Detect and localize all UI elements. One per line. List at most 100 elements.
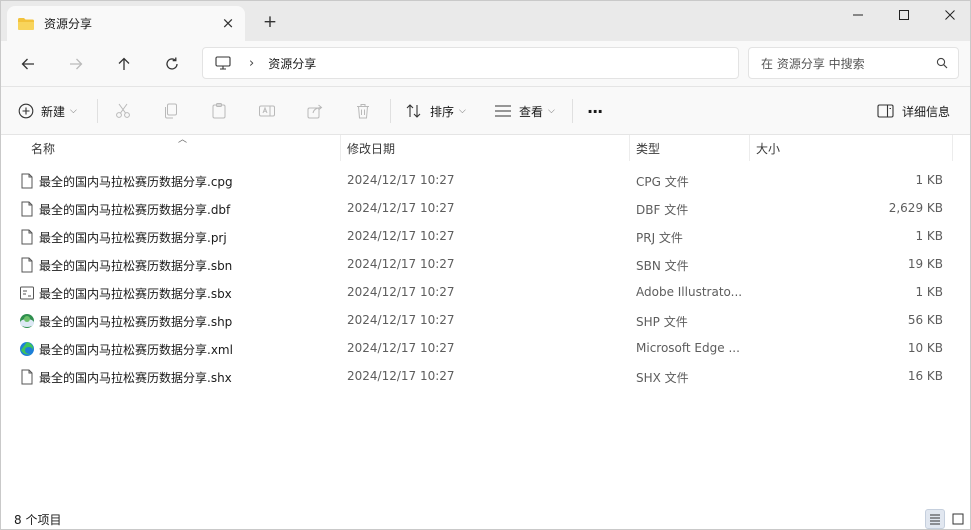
view-list-icon <box>495 105 511 117</box>
table-row[interactable]: 最全的国内马拉松赛历数据分享.dbf 2024/12/17 10:27 DBF … <box>1 195 970 223</box>
illustrator-file-icon <box>19 285 35 301</box>
tiles-view-icon <box>952 513 964 525</box>
minimize-button[interactable] <box>835 1 881 29</box>
table-row[interactable]: 最全的国内马拉松赛历数据分享.xml 2024/12/17 10:27 Micr… <box>1 335 970 363</box>
forward-button[interactable] <box>64 52 88 76</box>
column-type[interactable]: 类型 <box>636 140 660 157</box>
file-name: 最全的国内马拉松赛历数据分享.dbf <box>39 203 231 217</box>
file-icon <box>19 257 35 273</box>
shape-file-icon <box>19 313 35 329</box>
column-divider[interactable] <box>952 135 953 161</box>
table-row[interactable]: 最全的国内马拉松赛历数据分享.shp 2024/12/17 10:27 SHP … <box>1 307 970 335</box>
file-date: 2024/12/17 10:27 <box>347 229 455 243</box>
maximize-button[interactable] <box>881 1 927 29</box>
share-button[interactable] <box>306 99 324 123</box>
file-type: Adobe Illustrato... <box>636 285 743 299</box>
back-button[interactable] <box>16 52 40 76</box>
tiles-view-button[interactable] <box>948 509 968 529</box>
column-header: ︿ 名称 修改日期 类型 大小 <box>1 135 970 161</box>
delete-button[interactable] <box>354 99 372 123</box>
file-name: 最全的国内马拉松赛历数据分享.xml <box>39 343 233 357</box>
column-divider[interactable] <box>340 135 341 161</box>
file-name: 最全的国内马拉松赛历数据分享.shx <box>39 371 232 385</box>
tab-resources[interactable]: 资源分享 × <box>7 6 245 41</box>
file-icon <box>19 201 35 217</box>
search-box[interactable] <box>748 47 959 79</box>
file-date: 2024/12/17 10:27 <box>347 313 455 327</box>
search-icon[interactable] <box>936 57 948 69</box>
scissors-icon <box>116 103 130 118</box>
up-button[interactable] <box>112 52 136 76</box>
trash-icon <box>357 104 369 119</box>
refresh-button[interactable] <box>160 52 184 76</box>
details-pane-icon <box>877 104 894 118</box>
address-bar[interactable]: › 资源分享 <box>202 47 739 79</box>
sort-button[interactable]: 排序 ⌵ <box>405 99 466 123</box>
table-row[interactable]: 最全的国内马拉松赛历数据分享.sbx 2024/12/17 10:27 Adob… <box>1 279 970 307</box>
chevron-down-icon: ⌵ <box>459 106 466 116</box>
file-size: 1 KB <box>915 285 943 299</box>
breadcrumb-current[interactable]: 资源分享 <box>268 55 316 72</box>
file-date: 2024/12/17 10:27 <box>347 257 455 271</box>
file-size: 2,629 KB <box>888 201 943 215</box>
status-bar: 8 个项目 <box>1 507 970 529</box>
file-icon <box>19 369 35 385</box>
refresh-icon <box>166 57 178 70</box>
minimize-icon <box>853 14 863 16</box>
file-icon <box>19 173 35 189</box>
copy-button[interactable] <box>162 99 180 123</box>
more-options-button[interactable]: ··· <box>587 99 603 123</box>
sort-icon <box>406 104 421 118</box>
file-type: DBF 文件 <box>636 203 689 217</box>
search-input[interactable] <box>761 54 931 74</box>
rename-button[interactable] <box>258 99 276 123</box>
share-icon <box>307 104 323 119</box>
chevron-down-icon: ⌵ <box>548 106 555 116</box>
column-size[interactable]: 大小 <box>756 140 780 157</box>
table-row[interactable]: 最全的国内马拉松赛历数据分享.prj 2024/12/17 10:27 PRJ … <box>1 223 970 251</box>
folder-icon <box>17 17 35 31</box>
column-divider[interactable] <box>629 135 630 161</box>
navigation-bar: › 资源分享 <box>1 41 970 87</box>
sort-ascending-icon: ︿ <box>178 135 188 145</box>
file-icon <box>19 229 35 245</box>
paste-button[interactable] <box>210 99 228 123</box>
tab-close-button[interactable]: × <box>219 14 237 32</box>
file-name: 最全的国内马拉松赛历数据分享.shp <box>39 315 233 329</box>
arrow-up-icon <box>118 57 130 70</box>
new-tab-button[interactable]: + <box>260 12 280 32</box>
file-date: 2024/12/17 10:27 <box>347 201 455 215</box>
details-pane-button[interactable]: 详细信息 <box>877 99 950 123</box>
copy-icon <box>165 103 177 119</box>
file-size: 19 KB <box>907 257 943 271</box>
column-name[interactable]: 名称 <box>31 140 55 157</box>
view-button[interactable]: 查看 ⌵ <box>494 99 555 123</box>
view-label: 查看 <box>519 104 544 119</box>
close-window-button[interactable] <box>927 1 970 29</box>
computer-icon <box>215 56 231 70</box>
file-list: 最全的国内马拉松赛历数据分享.cpg 2024/12/17 10:27 CPG … <box>1 167 970 391</box>
file-type: PRJ 文件 <box>636 231 683 245</box>
file-type: SBN 文件 <box>636 259 689 273</box>
file-size: 56 KB <box>907 313 943 327</box>
cut-button[interactable] <box>114 99 132 123</box>
table-row[interactable]: 最全的国内马拉松赛历数据分享.sbn 2024/12/17 10:27 SBN … <box>1 251 970 279</box>
column-divider[interactable] <box>749 135 750 161</box>
file-date: 2024/12/17 10:27 <box>347 285 455 299</box>
command-bar: 新建 ⌵ 排序 ⌵ 查看 ⌵ ··· 详细信息 <box>1 87 970 135</box>
file-explorer-window: 资源分享 × + › 资源分享 在 资源分享 中搜索 新建 ⌵ 排序 ⌵ 查看 … <box>0 0 971 530</box>
column-date[interactable]: 修改日期 <box>347 140 395 157</box>
file-type: Microsoft Edge ... <box>636 341 740 355</box>
file-date: 2024/12/17 10:27 <box>347 341 455 355</box>
tab-title: 资源分享 <box>44 17 93 31</box>
file-name: 最全的国内马拉松赛历数据分享.sbn <box>39 259 233 273</box>
table-row[interactable]: 最全的国内马拉松赛历数据分享.shx 2024/12/17 10:27 SHX … <box>1 363 970 391</box>
new-button[interactable]: 新建 ⌵ <box>18 99 77 123</box>
details-view-button[interactable] <box>925 509 945 529</box>
file-name: 最全的国内马拉松赛历数据分享.cpg <box>39 175 233 189</box>
arrow-left-icon <box>21 58 34 70</box>
file-size: 1 KB <box>915 229 943 243</box>
arrow-right-icon <box>70 58 83 70</box>
table-row[interactable]: 最全的国内马拉松赛历数据分享.cpg 2024/12/17 10:27 CPG … <box>1 167 970 195</box>
file-size: 16 KB <box>907 369 943 383</box>
